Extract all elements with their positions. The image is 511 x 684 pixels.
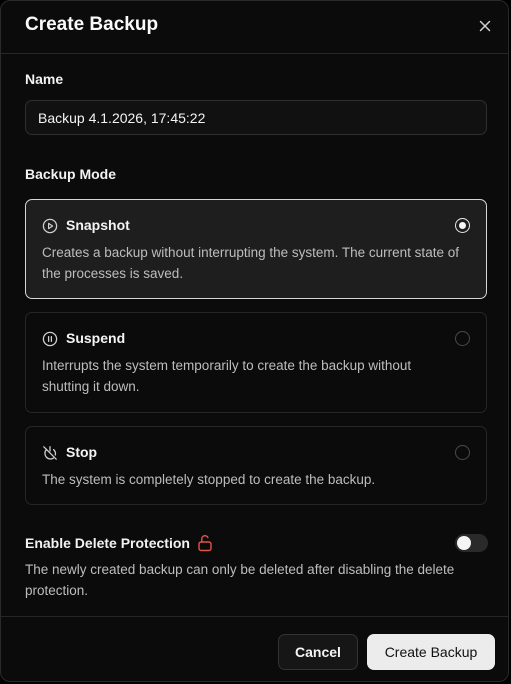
name-label: Name	[25, 71, 64, 87]
mode-option-stop[interactable]: Stop The system is completely stopped to…	[25, 426, 487, 505]
dialog-header: Create Backup	[1, 1, 508, 54]
close-icon[interactable]	[476, 17, 494, 35]
power-off-icon	[43, 446, 57, 460]
mode-title-stop: Stop	[66, 444, 98, 460]
mode-description-suspend: Interrupts the system temporarily to cre…	[42, 358, 412, 394]
radio-suspend[interactable]	[455, 331, 470, 346]
dialog-footer: Cancel Create Backup	[1, 616, 508, 681]
radio-snapshot[interactable]	[455, 218, 470, 233]
pause-circle-icon	[42, 331, 58, 347]
mode-title-snapshot: Snapshot	[66, 217, 130, 233]
play-circle-icon	[42, 218, 58, 234]
mode-description-snapshot: Creates a backup without interrupting th…	[42, 245, 459, 281]
mode-option-suspend[interactable]: Suspend Interrupts the system temporaril…	[25, 312, 487, 413]
create-backup-button[interactable]: Create Backup	[367, 634, 495, 670]
backup-mode-label: Backup Mode	[25, 166, 117, 182]
delete-protection-description: The newly created backup can only be del…	[25, 562, 455, 598]
create-backup-dialog: Create Backup Name Backup Mode Snapshot …	[0, 0, 509, 682]
cancel-button[interactable]: Cancel	[278, 634, 358, 670]
mode-title-suspend: Suspend	[66, 330, 126, 346]
unlock-icon	[198, 535, 212, 552]
delete-protection-toggle[interactable]	[455, 534, 488, 552]
mode-description-stop: The system is completely stopped to crea…	[42, 472, 376, 487]
delete-protection-label: Enable Delete Protection	[25, 535, 190, 551]
dialog-title: Create Backup	[25, 14, 159, 35]
radio-stop[interactable]	[455, 445, 470, 460]
toggle-knob	[457, 536, 471, 550]
mode-option-snapshot[interactable]: Snapshot Creates a backup without interr…	[25, 199, 487, 299]
name-input[interactable]	[25, 100, 487, 135]
